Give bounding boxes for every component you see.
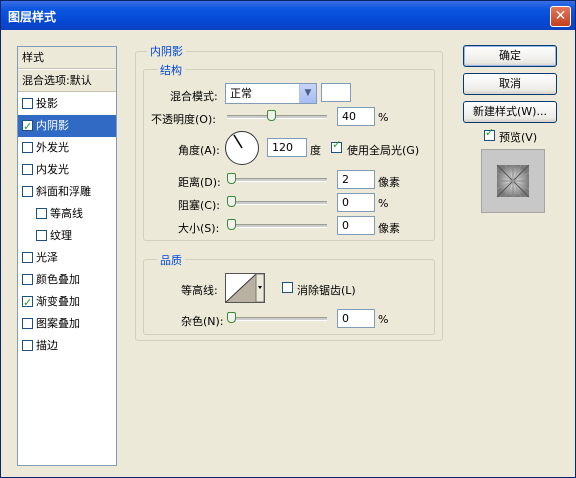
cancel-button[interactable]: 取消 (463, 73, 557, 95)
choke-slider-thumb[interactable] (227, 196, 236, 207)
choke-input[interactable]: 0 (337, 193, 375, 212)
texture-checkbox[interactable] (36, 229, 47, 241)
close-icon[interactable]: ✕ (550, 6, 571, 27)
angle-dial[interactable] (225, 131, 259, 165)
style-list-header[interactable]: 样式 (18, 47, 116, 69)
choke-unit: % (378, 197, 389, 210)
inner-glow-checkbox[interactable] (22, 163, 33, 175)
style-item-inner-shadow[interactable]: 内阴影 (18, 115, 116, 138)
gradient-overlay-checkbox[interactable] (22, 292, 33, 314)
pattern-overlay-checkbox[interactable] (22, 317, 33, 329)
style-item-contour[interactable]: 等高线 (18, 203, 116, 225)
distance-label: 距离(D): (178, 176, 221, 189)
style-item-label: 投影 (36, 97, 58, 110)
preview-starburst-icon (496, 164, 530, 198)
anti-alias-label: 消除锯齿(L) (297, 284, 356, 297)
choke-slider-track[interactable] (227, 201, 327, 205)
style-item-color-overlay[interactable]: 颜色叠加 (18, 269, 116, 291)
layer-style-dialog: 图层样式 ✕ 样式 混合选项:默认 投影 内阴影 外发光 内发光 斜面和浮雕 等… (0, 0, 576, 478)
inner-shadow-checkbox[interactable] (22, 116, 33, 138)
chevron-down-icon[interactable]: ▼ (299, 84, 316, 103)
satin-checkbox[interactable] (22, 251, 33, 263)
blend-mode-label: 混合模式: (170, 90, 218, 103)
anti-alias-checkbox[interactable] (282, 282, 293, 293)
style-item-outer-glow[interactable]: 外发光 (18, 137, 116, 159)
window-title: 图层样式 (8, 10, 57, 24)
noise-input[interactable]: 0 (337, 309, 375, 328)
blend-options-item[interactable]: 混合选项:默认 (18, 70, 116, 92)
blend-mode-select[interactable]: 正常 ▼ (225, 83, 317, 104)
stroke-checkbox[interactable] (22, 339, 33, 351)
contour-label: 等高线: (181, 284, 218, 297)
size-label: 大小(S): (178, 222, 220, 235)
opacity-unit: % (378, 111, 389, 124)
ok-button[interactable]: 确定 (463, 45, 557, 67)
style-item-label: 图案叠加 (36, 317, 80, 330)
contour-curve-icon (226, 274, 264, 302)
quality-group-title: 品质 (157, 252, 185, 268)
style-item-drop-shadow[interactable]: 投影 (18, 93, 116, 115)
contour-checkbox[interactable] (36, 207, 47, 219)
outer-glow-checkbox[interactable] (22, 141, 33, 153)
size-input[interactable]: 0 (337, 216, 375, 235)
shadow-color-swatch[interactable] (321, 83, 351, 102)
distance-input[interactable]: 2 (337, 170, 375, 189)
opacity-slider-thumb[interactable] (267, 110, 276, 121)
style-item-satin[interactable]: 光泽 (18, 247, 116, 269)
preview-label: 预览(V) (499, 131, 538, 144)
distance-slider-thumb[interactable] (227, 173, 236, 184)
opacity-input[interactable]: 40 (337, 107, 375, 126)
style-item-label: 光泽 (36, 251, 58, 264)
noise-slider-thumb[interactable] (227, 312, 236, 323)
blend-mode-value: 正常 (230, 87, 252, 100)
distance-unit: 像素 (378, 176, 400, 189)
distance-slider-track[interactable] (227, 178, 327, 182)
style-item-label: 内阴影 (36, 119, 69, 132)
style-item-label: 内发光 (36, 163, 69, 176)
style-item-gradient-overlay[interactable]: 渐变叠加 (18, 291, 116, 314)
style-item-label: 纹理 (50, 229, 72, 242)
size-slider-thumb[interactable] (227, 219, 236, 230)
style-item-label: 渐变叠加 (36, 295, 80, 308)
style-preview-thumbnail (481, 149, 545, 213)
size-unit: 像素 (378, 222, 400, 235)
choke-label: 阻塞(C): (178, 199, 220, 212)
style-item-label: 颜色叠加 (36, 273, 80, 286)
title-bar[interactable]: 图层样式 ✕ (1, 1, 575, 30)
global-light-checkbox[interactable] (331, 138, 342, 153)
size-slider-track[interactable] (227, 224, 327, 228)
angle-label: 角度(A): (178, 144, 220, 157)
style-item-texture[interactable]: 纹理 (18, 225, 116, 247)
style-item-label: 描边 (36, 339, 58, 352)
new-style-button[interactable]: 新建样式(W)... (463, 101, 557, 123)
noise-unit: % (378, 313, 389, 326)
opacity-label: 不透明度(O): (151, 113, 216, 126)
style-item-bevel-emboss[interactable]: 斜面和浮雕 (18, 181, 116, 203)
angle-input[interactable]: 120 (267, 138, 307, 157)
style-item-pattern-overlay[interactable]: 图案叠加 (18, 313, 116, 335)
style-item-label: 斜面和浮雕 (36, 185, 91, 198)
style-item-stroke[interactable]: 描边 (18, 335, 116, 357)
inner-shadow-group-title: 内阴影 (147, 43, 186, 59)
bevel-emboss-checkbox[interactable] (22, 185, 33, 197)
contour-picker[interactable] (225, 273, 265, 303)
style-item-label: 等高线 (50, 207, 83, 220)
opacity-slider-track[interactable] (227, 115, 327, 119)
noise-label: 杂色(N): (181, 315, 224, 328)
preview-checkbox[interactable] (484, 126, 495, 141)
style-item-inner-glow[interactable]: 内发光 (18, 159, 116, 181)
style-item-label: 外发光 (36, 141, 69, 154)
style-list: 样式 混合选项:默认 投影 内阴影 外发光 内发光 斜面和浮雕 等高线 纹理 光… (17, 46, 117, 466)
angle-needle-icon (233, 134, 243, 149)
noise-slider-track[interactable] (227, 317, 327, 321)
drop-shadow-checkbox[interactable] (22, 97, 33, 109)
color-overlay-checkbox[interactable] (22, 273, 33, 285)
global-light-label: 使用全局光(G) (347, 144, 420, 157)
structure-group-title: 结构 (157, 62, 185, 78)
angle-unit: 度 (310, 144, 321, 157)
